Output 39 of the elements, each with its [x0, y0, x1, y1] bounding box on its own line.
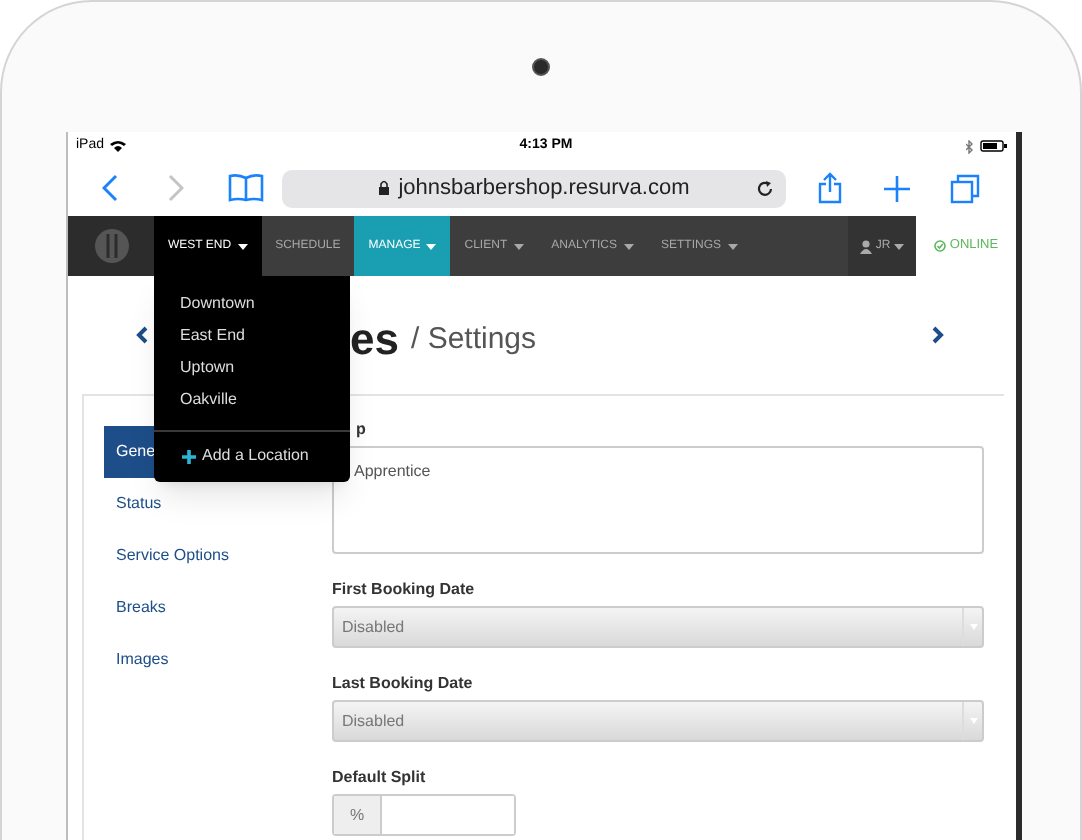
page-subtitle: / Settings [410, 320, 537, 361]
reload-icon[interactable] [756, 179, 774, 197]
wifi-icon [110, 140, 127, 152]
share-icon[interactable] [818, 172, 842, 204]
split-input-field[interactable]: % [332, 794, 516, 836]
menu-item[interactable]: East End [154, 320, 350, 352]
bookmarks-icon[interactable] [228, 174, 264, 202]
input-addon: % [334, 796, 382, 834]
menu-item[interactable]: Downtown [154, 288, 350, 320]
menu-item[interactable]: Uptown [154, 352, 350, 384]
caret-icon [894, 243, 905, 249]
plus-icon [182, 449, 196, 463]
page-title: es [350, 312, 399, 368]
battery-icon [980, 140, 1008, 152]
url-text: johnsbarbershop.resurva.com [398, 173, 690, 204]
select-field[interactable]: Disabled [332, 700, 984, 742]
sidebar-item[interactable]: Images [104, 634, 332, 686]
tabs-icon[interactable] [950, 173, 980, 203]
back-icon[interactable] [102, 174, 118, 202]
user-icon [859, 239, 872, 253]
check-circle-icon [933, 240, 946, 252]
field-label: Last Booking Date [332, 672, 475, 696]
camera-icon [532, 58, 550, 76]
lock-icon [378, 180, 391, 196]
add-icon[interactable] [884, 175, 910, 201]
sidebar-item[interactable]: Service Options [104, 530, 332, 582]
bluetooth-icon [966, 139, 974, 153]
previous-icon[interactable] [136, 326, 148, 344]
field-label: First Booking Date [332, 578, 477, 602]
text-area[interactable]: Apprentice [332, 446, 984, 554]
select-field[interactable]: Disabled [332, 606, 984, 648]
next-icon[interactable] [932, 326, 944, 344]
sidebar-item[interactable]: Breaks [104, 582, 332, 634]
logo-icon[interactable] [93, 228, 129, 264]
sidebar-item[interactable]: Status [104, 478, 332, 530]
address-bar[interactable]: johnsbarbershop.resurva.com [282, 169, 786, 207]
menu-item[interactable]: Oakville [154, 384, 350, 416]
field-label: Default Split [332, 766, 428, 790]
field-label: p [354, 418, 368, 442]
